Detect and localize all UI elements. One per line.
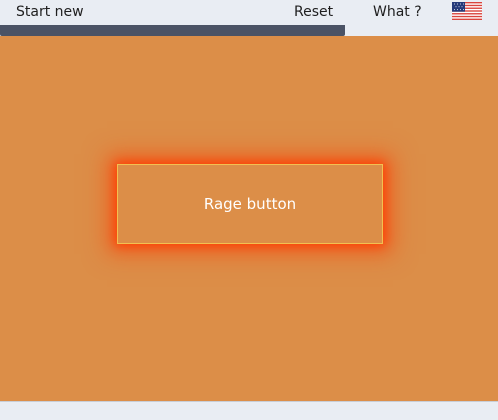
rage-button[interactable]: Rage button bbox=[117, 164, 383, 244]
start-new-button[interactable]: Start new bbox=[16, 0, 84, 25]
progress-fill bbox=[0, 25, 346, 36]
help-button[interactable]: What ? bbox=[373, 0, 422, 25]
top-bar: Start new Reset What ? bbox=[0, 0, 498, 25]
bottom-bar bbox=[0, 401, 498, 420]
progress-bar bbox=[0, 25, 498, 36]
main-area: Rage button bbox=[0, 36, 498, 401]
us-flag-icon[interactable] bbox=[452, 2, 482, 20]
reset-button[interactable]: Reset bbox=[294, 0, 333, 25]
